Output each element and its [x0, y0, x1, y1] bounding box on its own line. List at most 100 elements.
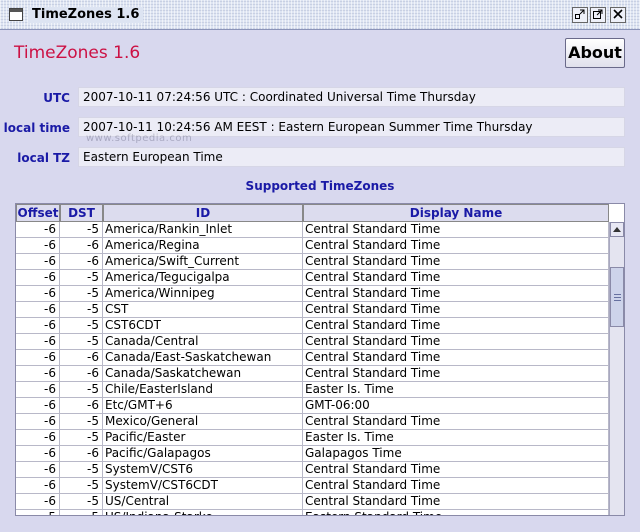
- local-time-label: local time: [3, 121, 70, 135]
- table-row[interactable]: -6 -5 America/Winnipeg Central Standard Tim…: [16, 286, 609, 302]
- cell-dst: -5: [60, 222, 103, 238]
- table-row[interactable]: -6 -5 America/Tegucigalpa Central Standard …: [16, 270, 609, 286]
- column-header-id[interactable]: ID: [103, 204, 303, 222]
- cell-offset: -6: [16, 494, 60, 510]
- grip-line: [614, 300, 621, 301]
- cell-id: Canada/Central: [103, 334, 303, 350]
- title-bar[interactable]: TimeZones 1.6: [0, 0, 640, 30]
- cell-offset: -6: [16, 334, 60, 350]
- section-title: Supported TimeZones: [245, 179, 395, 193]
- cell-display-name: Central Standard Time: [303, 222, 609, 238]
- table-row[interactable]: -6 -5 SystemV/CST6CDT Central Standard Time: [16, 478, 609, 494]
- cell-offset: -6: [16, 350, 60, 366]
- cell-offset: -6: [16, 254, 60, 270]
- cell-offset: -6: [16, 414, 60, 430]
- table-header: Offset DST ID Display Name: [16, 204, 609, 222]
- cell-display-name: Central Standard Time: [303, 494, 609, 510]
- minimize-icon: [575, 9, 585, 19]
- cell-id: Mexico/General: [103, 414, 303, 430]
- table-row[interactable]: -6 -5 Chile/EasterIsland Easter Is. Time: [16, 382, 609, 398]
- timezones-table: Offset DST ID Display Name -6 -5 America/R…: [15, 203, 625, 516]
- cell-id: SystemV/CST6: [103, 462, 303, 478]
- cell-display-name: Central Standard Time: [303, 414, 609, 430]
- cell-id: CST: [103, 302, 303, 318]
- table-row[interactable]: -6 -6 Etc/GMT+6 GMT-06:00: [16, 398, 609, 414]
- cell-dst: -5: [60, 462, 103, 478]
- table-row[interactable]: -6 -5 CST6CDT Central Standard Time: [16, 318, 609, 334]
- cell-id: US/Central: [103, 494, 303, 510]
- cell-dst: -5: [60, 318, 103, 334]
- column-header-display-name[interactable]: Display Name: [303, 204, 609, 222]
- cell-id: America/Winnipeg: [103, 286, 303, 302]
- minimize-button[interactable]: [572, 7, 588, 23]
- cell-dst: -5: [60, 510, 103, 515]
- cell-display-name: Central Standard Time: [303, 286, 609, 302]
- cell-dst: -5: [60, 494, 103, 510]
- cell-id: Canada/East-Saskatchewan: [103, 350, 303, 366]
- vertical-scrollbar[interactable]: [609, 222, 624, 515]
- cell-dst: -5: [60, 382, 103, 398]
- cell-display-name: Central Standard Time: [303, 366, 609, 382]
- cell-display-name: Central Standard Time: [303, 478, 609, 494]
- cell-offset: -6: [16, 222, 60, 238]
- arrow-up-icon: [613, 227, 621, 232]
- close-icon: [613, 9, 623, 19]
- cell-offset: -6: [16, 366, 60, 382]
- cell-offset: -6: [16, 286, 60, 302]
- cell-dst: -5: [60, 286, 103, 302]
- cell-display-name: Easter Is. Time: [303, 382, 609, 398]
- table-row[interactable]: -6 -6 America/Swift_Current Central Standar…: [16, 254, 609, 270]
- table-row[interactable]: -6 -5 SystemV/CST6 Central Standard Time: [16, 462, 609, 478]
- table-row[interactable]: -6 -5 Canada/Central Central Standard Time: [16, 334, 609, 350]
- cell-dst: -5: [60, 334, 103, 350]
- table-body: -6 -5 America/Rankin_Inlet Central Standard…: [16, 222, 609, 515]
- cell-dst: -6: [60, 350, 103, 366]
- cell-offset: -6: [16, 430, 60, 446]
- close-button[interactable]: [610, 7, 626, 23]
- cell-offset: -6: [16, 382, 60, 398]
- cell-offset: -6: [16, 478, 60, 494]
- cell-offset: -6: [16, 318, 60, 334]
- cell-dst: -6: [60, 398, 103, 414]
- app-title: TimeZones 1.6: [14, 43, 141, 63]
- about-button[interactable]: About: [565, 38, 625, 68]
- table-row[interactable]: -6 -6 Canada/East-Saskatchewan Central Stan…: [16, 350, 609, 366]
- table-row[interactable]: -6 -5 US/Central Central Standard Time: [16, 494, 609, 510]
- cell-display-name: GMT-06:00: [303, 398, 609, 414]
- cell-offset: -6: [16, 398, 60, 414]
- cell-id: CST6CDT: [103, 318, 303, 334]
- utc-label: UTC: [43, 91, 70, 105]
- cell-display-name: Central Standard Time: [303, 302, 609, 318]
- column-header-dst[interactable]: DST: [60, 204, 103, 222]
- table-row[interactable]: -6 -6 Pacific/Galapagos Galapagos Time: [16, 446, 609, 462]
- cell-display-name: Central Standard Time: [303, 238, 609, 254]
- column-header-offset[interactable]: Offset: [16, 204, 60, 222]
- app-window-icon: [9, 8, 23, 21]
- scroll-thumb[interactable]: [610, 267, 624, 327]
- table-row[interactable]: -6 -5 CST Central Standard Time: [16, 302, 609, 318]
- cell-id: Canada/Saskatchewan: [103, 366, 303, 382]
- scroll-up-button[interactable]: [610, 222, 624, 237]
- cell-dst: -6: [60, 254, 103, 270]
- table-row[interactable]: -6 -6 Canada/Saskatchewan Central Standard …: [16, 366, 609, 382]
- cell-display-name: Easter Is. Time: [303, 430, 609, 446]
- table-row[interactable]: -6 -5 Mexico/General Central Standard Time: [16, 414, 609, 430]
- watermark: www.softpedia.com: [86, 133, 193, 144]
- grip-line: [614, 297, 621, 298]
- window-title: TimeZones 1.6: [28, 7, 144, 23]
- table-row[interactable]: -6 -6 America/Regina Central Standard Time: [16, 238, 609, 254]
- cell-offset: -6: [16, 238, 60, 254]
- table-row[interactable]: -6 -5 Pacific/Easter Easter Is. Time: [16, 430, 609, 446]
- cell-id: SystemV/CST6CDT: [103, 478, 303, 494]
- maximize-button[interactable]: [590, 7, 606, 23]
- cell-offset: -5: [16, 510, 60, 515]
- local-tz-field[interactable]: Eastern European Time: [78, 147, 625, 167]
- table-row[interactable]: -6 -5 America/Rankin_Inlet Central Standard…: [16, 222, 609, 238]
- utc-field[interactable]: 2007-10-11 07:24:56 UTC : Coordinated Un…: [78, 87, 625, 107]
- table-row[interactable]: -5-5US/Indiana-StarkeEastern Standard Ti…: [16, 510, 609, 515]
- cell-dst: -5: [60, 414, 103, 430]
- cell-display-name: Central Standard Time: [303, 270, 609, 286]
- cell-dst: -5: [60, 270, 103, 286]
- cell-id: America/Rankin_Inlet: [103, 222, 303, 238]
- cell-id: America/Regina: [103, 238, 303, 254]
